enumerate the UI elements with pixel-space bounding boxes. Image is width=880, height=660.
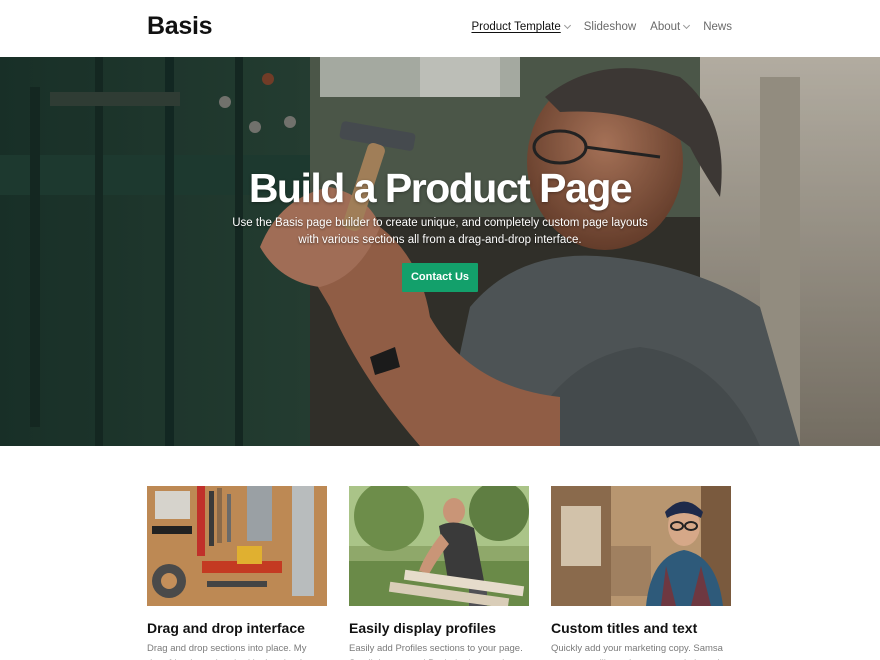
feature-card: Custom titles and text Quickly add your …	[551, 486, 731, 660]
nav-item-slideshow[interactable]: Slideshow	[584, 21, 636, 33]
chevron-down-icon	[683, 21, 691, 30]
hero-title: Build a Product Page	[248, 165, 633, 211]
feature-title: Drag and drop interface	[147, 620, 305, 636]
carpenter-photo[interactable]	[349, 486, 529, 606]
nav-item-product-template[interactable]: Product Template	[471, 21, 571, 33]
main-nav: Product Template Slideshow About News	[471, 21, 732, 33]
workshop-portrait-photo[interactable]	[551, 486, 731, 606]
features-section: Drag and drop interface Drag and drop se…	[147, 486, 731, 660]
nav-item-about[interactable]: About	[650, 21, 691, 33]
tools-photo[interactable]	[147, 486, 327, 606]
nav-label: News	[703, 21, 732, 33]
hero-banner: Build a Product Page Use the Basis page …	[0, 57, 880, 446]
site-logo[interactable]: Basis	[147, 12, 213, 41]
feature-text: Drag and drop sections into place. My de…	[147, 643, 307, 660]
site-header: Basis Product Template Slideshow About N…	[0, 0, 880, 57]
feature-title: Easily display profiles	[349, 620, 497, 636]
feature-title: Custom titles and text	[551, 620, 698, 636]
chevron-down-icon	[563, 21, 571, 30]
hero-description: Use the Basis page builder to create uni…	[232, 217, 648, 246]
nav-label: Product Template	[471, 21, 561, 33]
nav-item-news[interactable]: News	[703, 21, 732, 33]
feature-text: Easily add Profiles sections to your pag…	[349, 643, 523, 660]
feature-card: Drag and drop interface Drag and drop se…	[147, 486, 327, 660]
hero-content: Build a Product Page Use the Basis page …	[0, 165, 880, 292]
feature-text: Quickly add your marketing copy. Samsa w…	[551, 643, 723, 660]
nav-label: About	[650, 21, 681, 33]
feature-card: Easily display profiles Easily add Profi…	[349, 486, 529, 660]
nav-label: Slideshow	[583, 21, 637, 33]
contact-us-button[interactable]: Contact Us	[401, 263, 479, 292]
